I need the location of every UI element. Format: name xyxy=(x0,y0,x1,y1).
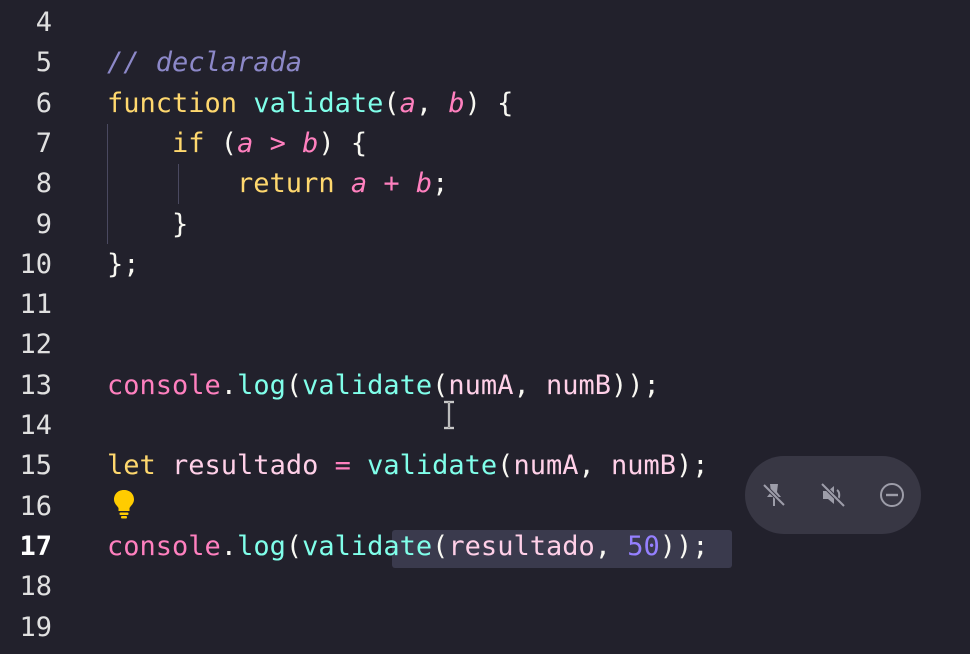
code-content: console.log(validate(resultado, 50)); xyxy=(107,527,709,567)
code-token: }; xyxy=(107,248,140,280)
line-number: 4 xyxy=(35,7,52,38)
line-number: 12 xyxy=(19,329,52,361)
code-token: ( xyxy=(220,127,238,159)
code-token: b xyxy=(415,168,433,200)
code-token: console xyxy=(107,369,221,401)
code-content: } xyxy=(107,205,188,245)
line-number: 9 xyxy=(35,208,52,240)
code-token: validate xyxy=(302,369,433,401)
code-token: return xyxy=(107,168,351,200)
code-content: console.log(validate(numA, numB)); xyxy=(107,366,660,406)
code-content: return a + b; xyxy=(107,164,448,204)
code-content: // declarada xyxy=(107,43,302,83)
text-cursor-icon xyxy=(444,400,454,430)
code-token: numA xyxy=(513,450,579,482)
code-token: ( xyxy=(383,87,400,119)
code-line[interactable]: 7 if (a > b) { xyxy=(0,124,970,164)
line-number: 17 xyxy=(19,530,52,562)
code-token: ( xyxy=(497,450,514,482)
code-token: ( xyxy=(285,530,303,562)
minus-circle-icon[interactable] xyxy=(877,480,907,510)
floating-media-controls xyxy=(745,456,921,534)
code-token: ( xyxy=(432,530,449,562)
code-line[interactable]: 19 xyxy=(0,608,970,648)
code-token: , xyxy=(513,369,546,401)
code-token: ) { xyxy=(318,127,368,159)
code-token: numB xyxy=(610,450,677,482)
code-token: resultado xyxy=(448,530,595,562)
code-token: numA xyxy=(448,369,514,401)
code-token: a xyxy=(350,168,368,200)
code-token: if xyxy=(107,127,221,159)
line-number: 6 xyxy=(35,87,52,119)
code-token: validate xyxy=(367,450,498,482)
code-content: let resultado = validate(numA, numB); xyxy=(107,446,709,486)
code-line[interactable]: 5 // declarada xyxy=(0,43,970,83)
code-editor[interactable]: 4 5// declarada 6 function validate(a, b) {… xyxy=(0,0,970,654)
code-token: log xyxy=(237,530,286,562)
code-token: ) { xyxy=(464,87,514,119)
code-token: )); xyxy=(659,530,709,562)
pin-off-icon[interactable] xyxy=(759,480,789,510)
code-token: > xyxy=(253,127,303,159)
code-line[interactable]: 11 xyxy=(0,285,970,325)
code-token: . xyxy=(220,530,238,562)
lightbulb-icon[interactable] xyxy=(112,489,136,519)
code-token: ( xyxy=(432,369,449,401)
volume-off-icon[interactable] xyxy=(818,480,848,510)
code-token: } xyxy=(107,208,189,240)
code-token: ( xyxy=(285,369,303,401)
line-number: 14 xyxy=(19,410,52,441)
code-token: validate xyxy=(253,87,384,119)
line-number: 11 xyxy=(19,289,52,321)
line-number: 19 xyxy=(19,611,52,643)
line-number: 18 xyxy=(19,571,52,603)
line-number: 13 xyxy=(19,369,52,401)
code-line[interactable]: 14 xyxy=(0,406,970,446)
code-token: , xyxy=(415,87,449,119)
code-content: function validate(a, b) { xyxy=(107,84,513,124)
line-number: 7 xyxy=(35,127,52,159)
code-token: )); xyxy=(611,369,660,401)
code-token: log xyxy=(237,369,286,401)
code-token: . xyxy=(220,369,238,401)
line-number: 10 xyxy=(19,248,52,280)
code-token: console xyxy=(107,530,221,562)
line-number: 16 xyxy=(19,490,52,522)
code-line[interactable]: 13 console.log(validate(numA, numB)); xyxy=(0,366,970,406)
code-token: numB xyxy=(545,369,611,401)
code-token: b xyxy=(448,87,465,119)
code-line[interactable]: 4 xyxy=(0,3,970,43)
code-token: // declarada xyxy=(107,47,303,79)
code-token: a xyxy=(237,127,254,159)
code-token: a xyxy=(399,87,416,119)
code-token: validate xyxy=(302,530,433,562)
code-token: let xyxy=(107,450,173,482)
line-number: 5 xyxy=(35,47,52,79)
code-token: ); xyxy=(676,450,709,482)
code-line[interactable]: 8 return a + b; xyxy=(0,164,970,204)
line-number: 15 xyxy=(19,450,52,482)
code-line[interactable]: 18 xyxy=(0,567,970,607)
code-line[interactable]: 6 function validate(a, b) { xyxy=(0,84,970,124)
code-token: function xyxy=(107,87,254,119)
code-token: + xyxy=(367,168,416,200)
code-token: 50 xyxy=(627,530,660,562)
code-content: if (a > b) { xyxy=(107,124,367,164)
code-token: , xyxy=(594,530,628,562)
code-token: b xyxy=(302,127,319,159)
line-number: 8 xyxy=(35,168,52,200)
code-line[interactable]: 10}; xyxy=(0,245,970,285)
code-token: resultado xyxy=(172,450,319,482)
code-line[interactable]: 9 } xyxy=(0,205,970,245)
code-token: = xyxy=(318,450,368,482)
code-token: , xyxy=(578,450,611,482)
code-token: ; xyxy=(432,168,449,200)
code-content: }; xyxy=(107,245,140,285)
code-line[interactable]: 12 xyxy=(0,325,970,365)
